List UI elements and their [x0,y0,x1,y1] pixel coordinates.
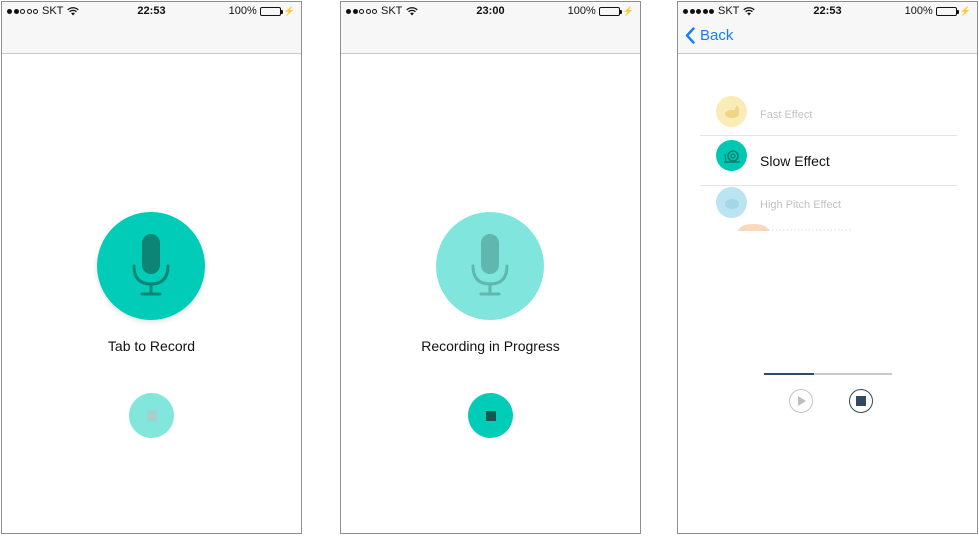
status-bar: SKT 22:53 100% ⚡ [2,2,301,20]
stop-button[interactable] [129,393,174,438]
charging-icon: ⚡ [283,5,295,16]
back-label: Back [700,27,734,44]
nav-bar: Back [678,20,977,54]
nav-bar [341,20,640,54]
microphone-icon [471,234,509,296]
stop-icon [485,410,496,421]
effect-label: Slow Effect [760,153,830,169]
playback-progress-fill [764,373,814,375]
chevron-left-icon [685,27,695,44]
screen-tap-to-record: SKT 22:53 100% ⚡ Tab to Record [1,1,302,534]
play-icon [798,396,806,406]
nav-bar [2,20,301,54]
divider [700,185,957,186]
battery-icon [935,6,959,16]
battery-icon [259,6,283,16]
status-bar: SKT 23:00 100% ⚡ [341,2,640,20]
chipmunk-icon [716,187,747,218]
record-caption: Tab to Record [107,338,196,354]
screen-effects: SKT 22:53 100% ⚡ Back ··················… [677,1,978,534]
snail-icon [716,140,747,171]
back-button[interactable]: Back [685,27,733,44]
charging-icon: ⚡ [622,5,634,16]
recording-caption: Recording in Progress [421,338,560,354]
screen-recording: SKT 23:00 100% ⚡ Recording in Progress [340,1,641,534]
battery-percent: 100% [567,5,596,17]
stop-button[interactable] [468,393,513,438]
divider [700,135,957,136]
rabbit-icon [716,96,747,127]
stop-icon [146,410,157,421]
battery-percent: 100% [904,5,933,17]
microphone-icon [132,234,170,296]
effect-label: Fast Effect [760,109,813,121]
record-button[interactable] [97,212,205,320]
battery-percent: 100% [228,5,257,17]
status-bar: SKT 22:53 100% ⚡ [678,2,977,20]
effect-row-slow[interactable]: Slow Effect [700,137,957,181]
effect-label: High Pitch Effect [760,199,842,211]
charging-icon: ⚡ [959,5,971,16]
playback-progress[interactable] [764,373,892,375]
stop-playback-button[interactable] [849,389,873,413]
effect-row-fast[interactable]: Fast Effect [700,92,957,136]
play-button[interactable] [789,389,813,413]
record-button[interactable] [436,212,544,320]
effect-row-clipped-bottom: ························· [700,224,957,231]
battery-icon [598,6,622,16]
stop-icon [856,396,866,406]
